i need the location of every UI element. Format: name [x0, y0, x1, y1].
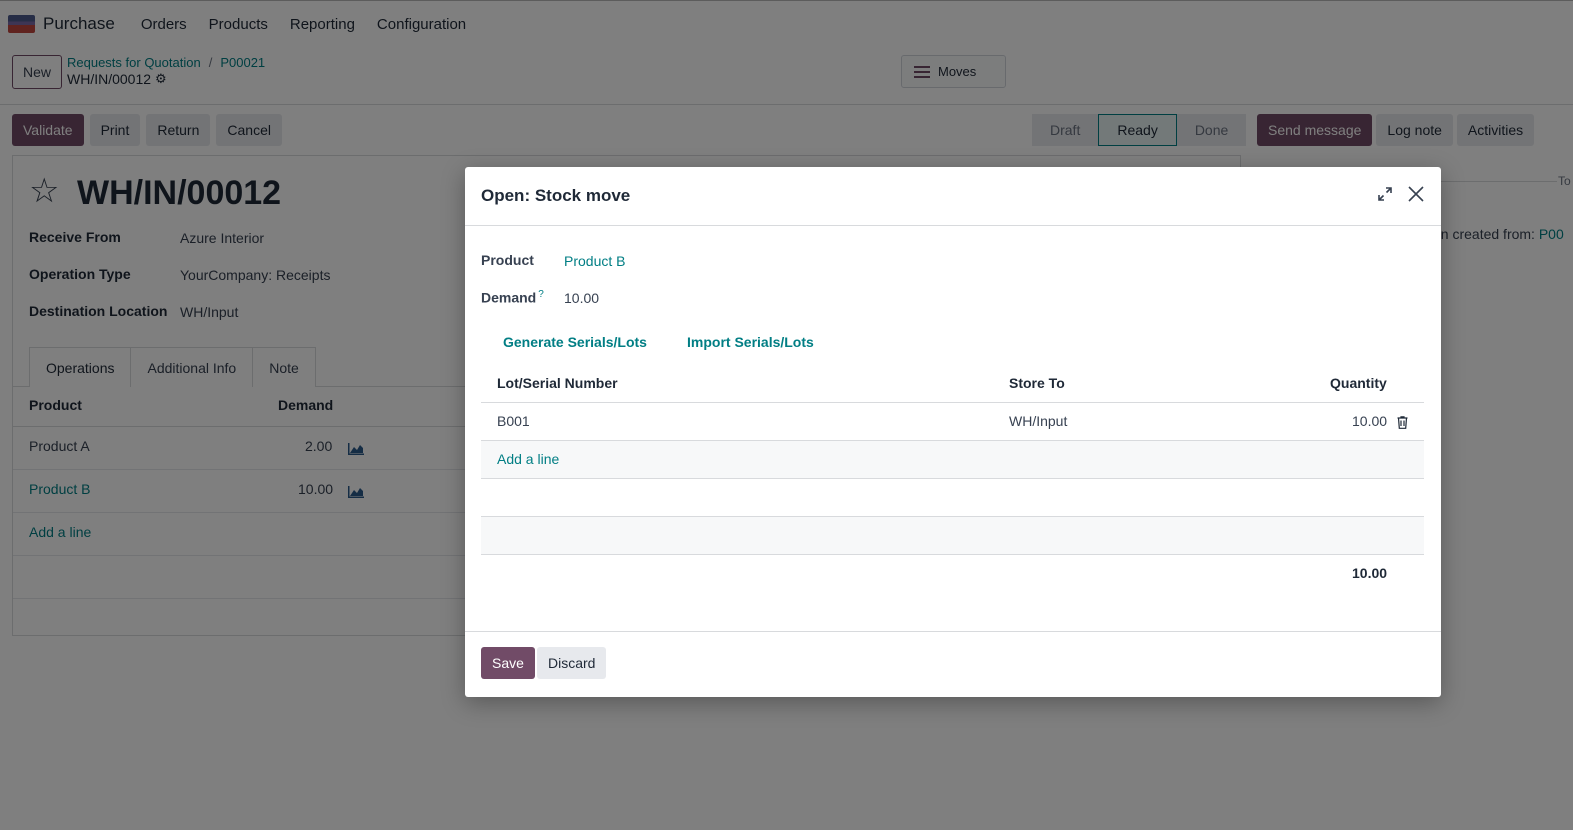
row-store-to[interactable]: WH/Input	[1009, 413, 1067, 429]
demand-label: Demand?	[481, 289, 544, 306]
col-lot-serial[interactable]: Lot/Serial Number	[497, 375, 618, 391]
save-button[interactable]: Save	[481, 647, 535, 679]
dialog-header: Open: Stock move	[465, 167, 1441, 226]
generate-serials-button[interactable]: Generate Serials/Lots	[503, 334, 647, 350]
quantity-total: 10.00	[1352, 565, 1388, 581]
dialog-title: Open: Stock move	[481, 186, 631, 205]
trash-icon[interactable]	[1397, 416, 1408, 429]
row-quantity[interactable]: 10.00	[1352, 413, 1387, 429]
stock-move-dialog: Open: Stock move Product Product B Deman…	[465, 167, 1441, 697]
col-quantity[interactable]: Quantity	[1330, 375, 1387, 391]
table-row[interactable]: B001 WH/Input 10.00	[481, 403, 1424, 441]
col-store-to[interactable]: Store To	[1009, 375, 1065, 391]
add-line-link[interactable]: Add a line	[497, 451, 559, 467]
discard-button[interactable]: Discard	[537, 647, 607, 679]
dialog-footer: Save Discard	[465, 631, 1441, 697]
move-lines-header: Lot/Serial Number Store To Quantity	[481, 365, 1424, 403]
totals-row: 10.00	[481, 555, 1424, 593]
add-line-row: Add a line	[481, 441, 1424, 479]
help-icon[interactable]: ?	[538, 289, 544, 300]
demand-label-text: Demand	[481, 289, 537, 306]
demand-value[interactable]: 10.00	[564, 290, 599, 306]
empty-row	[481, 517, 1424, 555]
product-value[interactable]: Product B	[564, 253, 625, 269]
expand-icon[interactable]	[1377, 186, 1393, 202]
empty-row	[481, 479, 1424, 517]
import-serials-button[interactable]: Import Serials/Lots	[687, 334, 814, 350]
close-icon[interactable]	[1407, 185, 1425, 203]
row-lot[interactable]: B001	[497, 413, 530, 429]
product-label: Product	[481, 252, 534, 268]
